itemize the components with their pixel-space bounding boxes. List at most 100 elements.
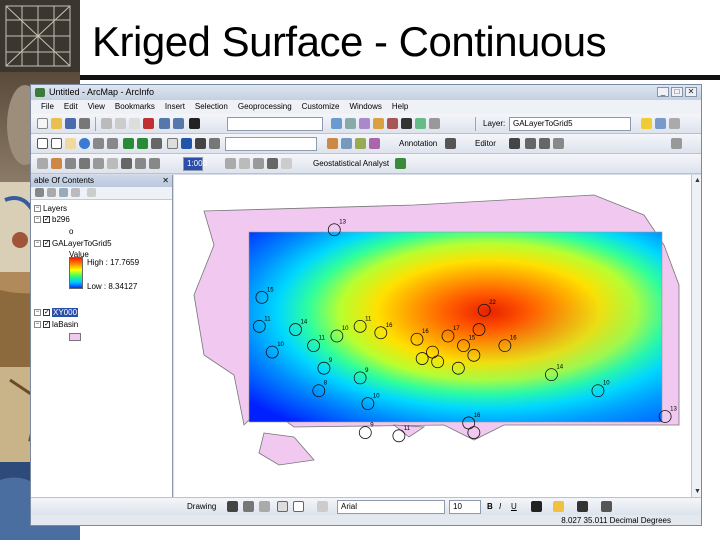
zoom-out-icon[interactable] [51, 138, 62, 149]
draft-mode-icon[interactable] [225, 158, 236, 169]
font-name-select[interactable]: Arial [337, 500, 445, 514]
font-color-icon[interactable] [531, 501, 542, 512]
print-icon[interactable] [79, 118, 90, 129]
editor-extra-icon[interactable] [671, 138, 682, 149]
menu-insert[interactable]: Insert [165, 100, 185, 114]
annotation-tool-icon[interactable] [445, 138, 456, 149]
menu-customize[interactable]: Customize [302, 100, 340, 114]
hyperlink-icon[interactable] [327, 138, 338, 149]
text-tool-icon[interactable] [317, 501, 328, 512]
toc-row-layer3[interactable]: − ✓ XY000 [34, 308, 79, 317]
html-popup-icon[interactable] [341, 138, 352, 149]
rotate-tool-icon[interactable] [553, 138, 564, 149]
toc-row-layers[interactable]: − Layers [34, 204, 67, 213]
map-canvas[interactable]: 1315111410111011989109111616171522161410… [174, 175, 691, 497]
menu-help[interactable]: Help [392, 100, 408, 114]
scroll-down-icon[interactable]: ▼ [694, 488, 701, 495]
layer-visibility-checkbox[interactable]: ✓ [43, 216, 50, 224]
marker-color-icon[interactable] [601, 501, 612, 512]
cut-icon[interactable] [101, 118, 112, 129]
paste-icon[interactable] [129, 118, 140, 129]
toc-icon[interactable] [345, 118, 356, 129]
list-by-visibility-icon[interactable] [59, 188, 68, 197]
layer-visibility-checkbox[interactable]: ✓ [43, 240, 50, 248]
rectangle-tool-icon[interactable] [277, 501, 288, 512]
select-elements-icon[interactable] [167, 138, 178, 149]
font-size-select[interactable]: 10 [449, 500, 481, 514]
full-extent-icon[interactable] [79, 138, 90, 149]
delete-icon[interactable] [143, 118, 154, 129]
fixed-zoom-in-icon[interactable] [93, 138, 104, 149]
copy-icon[interactable] [115, 118, 126, 129]
rotate-element-icon[interactable] [243, 501, 254, 512]
measure-icon[interactable] [209, 138, 220, 149]
map-vertical-scrollbar[interactable]: ▲ ▼ [691, 175, 701, 497]
edit-tool-icon[interactable] [509, 138, 520, 149]
geostatistical-analyst-menu[interactable]: Geostatistical Analyst [313, 158, 389, 169]
layer-visibility-checkbox[interactable]: ✓ [43, 309, 50, 317]
menu-file[interactable]: File [41, 100, 54, 114]
arctoolbox-icon[interactable] [387, 118, 398, 129]
line-color-icon[interactable] [577, 501, 588, 512]
annotation-label[interactable]: Annotation [399, 138, 437, 149]
layer-tools-icon[interactable] [669, 118, 680, 129]
maximize-button[interactable]: □ [671, 87, 683, 97]
layer-select[interactable]: GALayerToGrid5 [509, 117, 631, 131]
list-by-source-icon[interactable] [47, 188, 56, 197]
layout-view-extra-icon[interactable] [281, 158, 292, 169]
zoom-percent-box[interactable]: 1:000 [183, 157, 207, 171]
drawing-menu[interactable]: Drawing [187, 501, 216, 512]
help-icon[interactable] [429, 118, 440, 129]
menu-view[interactable]: View [88, 100, 105, 114]
zoom-100-icon[interactable] [121, 158, 132, 169]
editor-menu-label[interactable]: Editor [475, 138, 496, 149]
add-data-icon[interactable] [189, 118, 200, 129]
map-scale-combo[interactable] [227, 117, 323, 131]
menu-bookmarks[interactable]: Bookmarks [115, 100, 155, 114]
split-tool-icon[interactable] [539, 138, 550, 149]
bold-button[interactable]: B [487, 501, 493, 512]
forward-layout-icon[interactable] [149, 158, 160, 169]
menu-geoprocessing[interactable]: Geoprocessing [238, 100, 292, 114]
layer-properties-icon[interactable] [655, 118, 666, 129]
layer-visibility-checkbox[interactable]: ✓ [43, 321, 50, 329]
layout-tool-icon[interactable] [65, 158, 76, 169]
open-folder-icon[interactable] [51, 118, 62, 129]
data-driven-pages-icon[interactable] [267, 158, 278, 169]
redo-icon[interactable] [173, 118, 184, 129]
map-display[interactable]: 13 15 11 14 10 11 10 11 9 8 9 10 9 11 16 16 17 15 22 16 14 10… [174, 175, 691, 497]
pan-icon[interactable] [65, 138, 76, 149]
line-tool-icon[interactable] [293, 501, 304, 512]
save-icon[interactable] [65, 118, 76, 129]
toc-row-layer2[interactable]: − ✓ GALayerToGrid5 [34, 239, 112, 248]
menu-edit[interactable]: Edit [64, 100, 78, 114]
list-by-selection-icon[interactable] [71, 188, 80, 197]
collapse-icon[interactable]: − [34, 240, 41, 248]
route-icon[interactable] [355, 138, 366, 149]
select-elements-icon[interactable] [227, 501, 238, 512]
identify-icon[interactable] [181, 138, 192, 149]
close-button[interactable]: ✕ [685, 87, 697, 97]
zoom-in-icon[interactable] [37, 138, 48, 149]
identify-layer-icon[interactable] [641, 118, 652, 129]
minimize-button[interactable]: _ [657, 87, 669, 97]
select-features-icon[interactable] [151, 138, 162, 149]
collapse-icon[interactable]: − [34, 205, 41, 213]
italic-button[interactable]: I [499, 501, 501, 512]
underline-button[interactable]: U [511, 501, 517, 512]
focus-frame-icon[interactable] [239, 158, 250, 169]
undo-icon[interactable] [159, 118, 170, 129]
geostat-wizard-icon[interactable] [395, 158, 406, 169]
layout-zoom-icon[interactable] [79, 158, 90, 169]
tools-combo[interactable] [225, 137, 317, 151]
catalog-icon[interactable] [359, 118, 370, 129]
toc-close-icon[interactable]: ✕ [162, 175, 169, 187]
toc-options-icon[interactable] [87, 188, 96, 197]
fixed-zoom-out-icon[interactable] [107, 138, 118, 149]
menu-windows[interactable]: Windows [349, 100, 381, 114]
time-slider-icon[interactable] [369, 138, 380, 149]
back-extent-icon[interactable] [123, 138, 134, 149]
modelbuilder-icon[interactable] [415, 118, 426, 129]
layout-pan-icon[interactable] [93, 158, 104, 169]
georef-icon[interactable] [37, 158, 48, 169]
